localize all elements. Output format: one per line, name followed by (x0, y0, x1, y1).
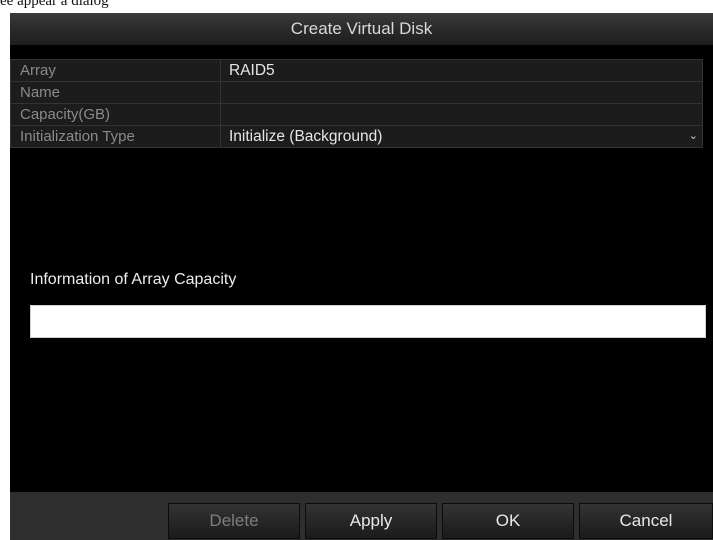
delete-button[interactable]: Delete (168, 503, 300, 539)
initialization-type-select[interactable]: Initialize (Background) ⌄ (222, 126, 702, 147)
dialog-title: Create Virtual Disk (10, 13, 713, 45)
array-capacity-heading: Information of Array Capacity (30, 271, 237, 288)
capacity-field[interactable] (222, 104, 702, 125)
ok-button[interactable]: OK (442, 503, 574, 539)
initialization-type-row: Initialization Type Initialize (Backgrou… (10, 125, 703, 148)
name-label: Name (11, 82, 221, 103)
initialization-type-label: Initialization Type (11, 126, 221, 147)
array-field[interactable]: RAID5 (222, 60, 702, 81)
page-caption-fragment: ee appear a dialog (0, 0, 140, 12)
dialog-footer: Delete Apply OK Cancel (10, 492, 713, 540)
array-row: Array RAID5 (10, 59, 703, 82)
capacity-row: Capacity(GB) (10, 103, 703, 126)
cancel-button[interactable]: Cancel (579, 503, 713, 539)
name-row: Name (10, 81, 703, 104)
apply-button[interactable]: Apply (305, 503, 437, 539)
array-capacity-bar (30, 305, 706, 338)
array-label: Array (11, 60, 221, 81)
name-field[interactable] (222, 82, 702, 103)
initialization-type-value: Initialize (Background) (229, 128, 383, 145)
create-virtual-disk-dialog: Create Virtual Disk Array RAID5 Name Cap… (10, 13, 713, 540)
capacity-label: Capacity(GB) (11, 104, 221, 125)
caption-text: ee appear a dialog (0, 0, 109, 9)
page: ee appear a dialog Create Virtual Disk A… (0, 0, 713, 540)
chevron-down-icon[interactable]: ⌄ (689, 126, 698, 147)
